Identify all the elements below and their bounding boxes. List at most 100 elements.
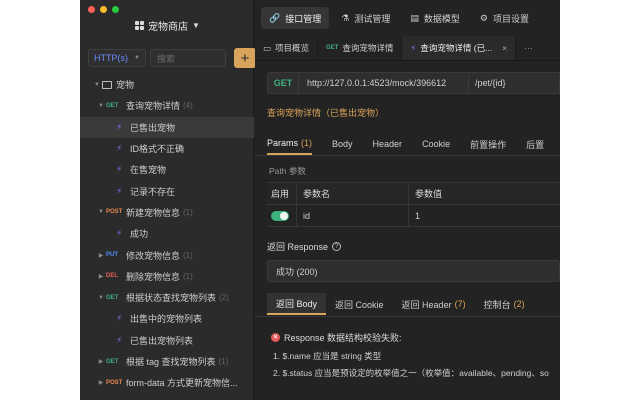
nav-test-management[interactable]: ⚗ 测试管理 [333, 7, 398, 29]
tree-item-label: ID格式不正确 [130, 144, 185, 155]
tab-api-detail[interactable]: GET 查询宠物详情 [318, 36, 403, 60]
tab-body[interactable]: Body [332, 133, 353, 155]
col-enabled: 启用 [267, 183, 297, 204]
divider [255, 316, 560, 317]
tree-api-item[interactable]: ▼ GET 查询宠物详情 (4) [80, 95, 254, 116]
param-name[interactable]: id [297, 205, 409, 226]
protocol-select[interactable]: HTTP(s) ▼ [88, 49, 146, 67]
tree-case-item[interactable]: ⚡ 在售宠物 [80, 159, 254, 180]
enable-toggle[interactable] [271, 210, 289, 221]
case-name[interactable]: 查询宠物详情（已售出宠物） [267, 106, 384, 119]
http-method-badge: POST [106, 379, 123, 386]
http-method-badge: DEL [106, 273, 118, 280]
tab-post-ops[interactable]: 后置 [526, 133, 544, 155]
params-count: (1) [301, 138, 313, 148]
maximize-window-button[interactable] [112, 6, 119, 13]
close-tab-button[interactable]: × [502, 43, 507, 53]
nav-label: 接口管理 [285, 13, 322, 24]
chevron-right-icon: ▶ [98, 252, 104, 259]
col-value: 参数值 [415, 189, 443, 199]
folder-icon: ▭ [263, 42, 272, 53]
folder-icon [102, 80, 112, 89]
response-title: 返回 Response ? [267, 240, 342, 253]
tab-console[interactable]: 控制台 (2) [475, 293, 534, 315]
more-tabs-button[interactable]: ··· [516, 36, 541, 60]
tree-api-item[interactable]: ▼ POST 新建宠物信息 (1) [80, 202, 254, 223]
response-title-label: 返回 Response [267, 242, 329, 252]
search-input[interactable]: 搜索 [150, 49, 226, 67]
path-params-label: Path 参数 [269, 166, 306, 176]
method-select[interactable]: GET [267, 72, 299, 94]
tree-item-label: 记录不存在 [130, 186, 176, 197]
tree-case-item[interactable]: ⚡ 成功 [80, 223, 254, 244]
sidebar-filter-row: HTTP(s) ▼ 搜索 + [88, 48, 256, 68]
tree-item-count: (1) [218, 357, 229, 366]
tree-item-label: form-data 方式更新宠物信... [126, 378, 238, 389]
tree-item-label: 修改宠物信息 [126, 250, 181, 261]
nav-data-model[interactable]: ▤ 数据模型 [402, 7, 468, 29]
chevron-down-icon: ▼ [94, 81, 100, 88]
param-value[interactable]: 1 [409, 205, 560, 226]
help-icon[interactable]: ? [332, 242, 342, 251]
tree-item-label: 成功 [130, 229, 149, 240]
tree-item-label: 已售出宠物 [130, 122, 176, 133]
lightning-icon: ⚡ [116, 334, 123, 345]
url-bar: GET http://127.0.0.1:4523/mock/396612 /p… [267, 72, 560, 94]
nav-label: 测试管理 [354, 13, 391, 24]
tree-case-item[interactable]: ⚡ 已售出宠物 [80, 116, 254, 138]
tab-response-cookie[interactable]: 返回 Cookie [326, 293, 393, 315]
tree-api-item[interactable]: ▼ GET 根据状态查找宠物列表 (2) [80, 287, 254, 308]
base-url-field[interactable]: http://127.0.0.1:4523/mock/396612 [299, 72, 469, 94]
tab-response-header[interactable]: 返回 Header (7) [393, 293, 475, 315]
response-select[interactable]: 成功 (200) [267, 260, 560, 282]
project-switcher[interactable]: 宠物商店 ▼ [135, 18, 200, 33]
add-button[interactable]: + [234, 48, 256, 68]
tab-project-overview[interactable]: ▭ 项目概览 [255, 36, 319, 60]
document-tabs: ▭ 项目概览 GET 查询宠物详情 ⚡ 查询宠物详情 (已... × ··· [255, 36, 560, 61]
tree-item-label: 在售宠物 [130, 165, 167, 176]
caret-down-icon: ▼ [192, 21, 200, 30]
table-row: id 1 [267, 205, 560, 227]
api-tree: ▼ 宠物 ▼ GET 查询宠物详情 (4) ⚡ 已售出宠物 ⚡ ID格式不正确 ⚡ 在售宠物 ⚡ 记录… [80, 74, 254, 393]
request-tabs: Params (1) Body Header Cookie 前置操作 后置 [267, 133, 544, 155]
tab-cookie[interactable]: Cookie [422, 133, 450, 155]
project-name: 宠物商店 [148, 22, 188, 33]
link-icon: 🔗 [269, 12, 281, 23]
tree-case-item[interactable]: ⚡ 记录不存在 [80, 180, 254, 201]
tree-api-item[interactable]: ▶ POST form-data 方式更新宠物信... [80, 372, 254, 393]
error-title-text: Response 数据结构校验失败: [284, 333, 402, 343]
lightning-icon: ⚡ [410, 42, 417, 53]
validation-error-title: × Response 数据结构校验失败: [271, 331, 402, 344]
tree-api-item[interactable]: ▶ GET 根据 tag 查找宠物列表 (1) [80, 351, 254, 372]
tab-response-body[interactable]: 返回 Body [267, 293, 327, 315]
lightning-icon: ⚡ [116, 121, 123, 132]
tree-item-label: 出售中的宠物列表 [130, 314, 203, 325]
tree-item-count: (2) [219, 293, 229, 303]
tab-pre-ops[interactable]: 前置操作 [470, 133, 506, 155]
tree-case-item[interactable]: ⚡ 出售中的宠物列表 [80, 308, 254, 329]
top-nav: 🔗 接口管理 ⚗ 测试管理 ▤ 数据模型 ⚙ 项目设置 [261, 7, 537, 29]
tab-header[interactable]: Header [373, 133, 403, 155]
tab-method: GET [326, 45, 339, 51]
nav-api-management[interactable]: 🔗 接口管理 [261, 7, 330, 29]
http-method-badge: POST [106, 209, 123, 216]
lightning-icon: ⚡ [116, 143, 123, 154]
console-count: (2) [513, 299, 525, 309]
tab-params[interactable]: Params (1) [267, 133, 313, 155]
window-controls [88, 6, 119, 13]
tree-case-item[interactable]: ⚡ ID格式不正确 [80, 138, 254, 159]
tree-folder-label: 宠物 [116, 80, 135, 91]
tree-folder[interactable]: ▼ 宠物 [80, 74, 254, 95]
chevron-right-icon: ▶ [98, 380, 104, 387]
chevron-down-icon: ▼ [98, 209, 104, 216]
tab-case-detail[interactable]: ⚡ 查询宠物详情 (已... × [402, 36, 517, 60]
tree-item-count: (4) [183, 101, 193, 111]
tree-case-item[interactable]: ⚡ 已售出宠物列表 [80, 330, 254, 351]
tree-api-item[interactable]: ▶ DEL 删除宠物信息 (1) [80, 266, 254, 287]
error-line: 2. $.status 应当是预设定的枚举值之一（枚举值：available、p… [273, 368, 549, 378]
path-field[interactable]: /pet/{id} [469, 72, 560, 94]
minimize-window-button[interactable] [100, 6, 107, 13]
nav-project-settings[interactable]: ⚙ 项目设置 [472, 7, 537, 29]
tree-api-item[interactable]: ▶ PUT 修改宠物信息 (1) [80, 244, 254, 265]
close-window-button[interactable] [88, 6, 95, 13]
